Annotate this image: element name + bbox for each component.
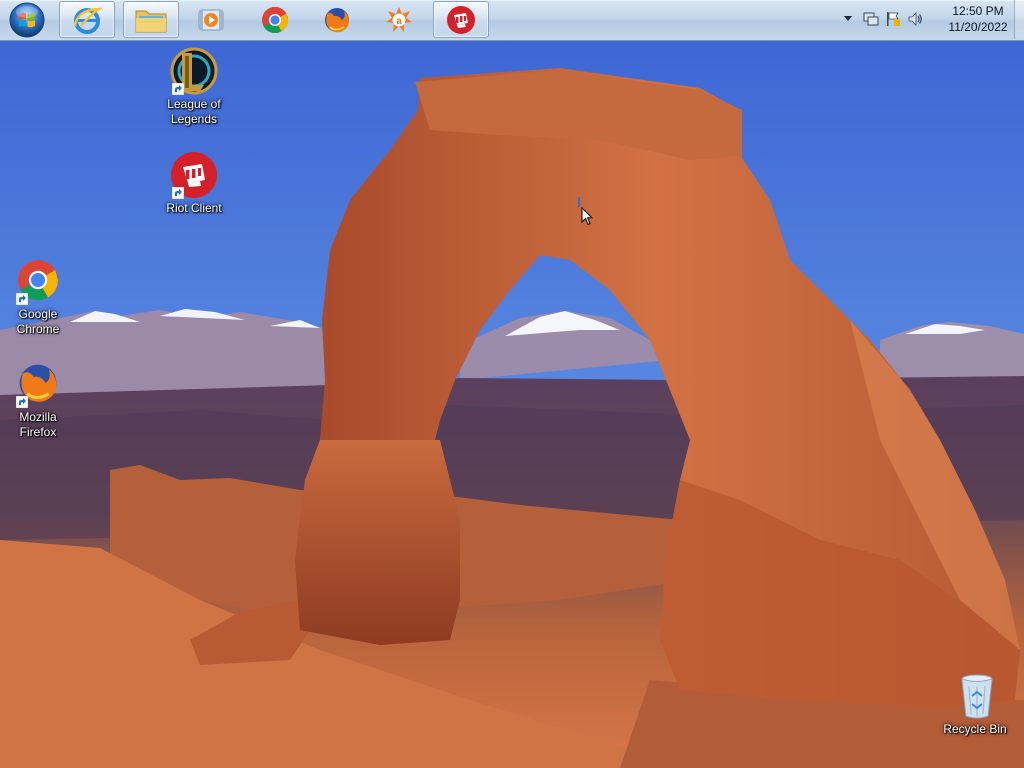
- windows-orb-icon: [9, 2, 45, 38]
- text-caret: [578, 197, 580, 207]
- taskbar-avast-button[interactable]: a: [371, 1, 427, 38]
- firefox-icon: [325, 7, 349, 32]
- svg-text:a: a: [396, 16, 402, 27]
- media-player-icon: [198, 9, 224, 30]
- taskbar-firefox-button[interactable]: [309, 1, 365, 38]
- desktop-icon-riot-client[interactable]: Riot Client: [156, 151, 232, 216]
- desktop-icon-label: Mozilla Firefox: [19, 410, 57, 439]
- internet-explorer-icon: [73, 7, 103, 34]
- shortcut-arrow-icon: [16, 396, 28, 408]
- taskbar-riot-client-button[interactable]: [433, 1, 489, 38]
- system-clock[interactable]: 12:50 PM 11/20/2022: [942, 3, 1014, 35]
- desktop-icon-mozilla-firefox[interactable]: Mozilla Firefox: [0, 360, 76, 440]
- riot-client-icon: [447, 5, 475, 34]
- taskbar-media-player-button[interactable]: [183, 1, 239, 38]
- taskbar-windows-explorer-button[interactable]: [123, 1, 179, 38]
- shortcut-arrow-icon: [172, 83, 184, 95]
- mouse-cursor-icon: [581, 207, 593, 226]
- action-center-flag-icon[interactable]: [885, 11, 901, 27]
- desktop-wallpaper: [0, 0, 1024, 768]
- desktop-icon-league-of-legends[interactable]: League of Legends: [156, 47, 232, 127]
- desktop-icon-label: League of Legends: [167, 97, 221, 126]
- clock-time: 12:50 PM: [952, 4, 1004, 18]
- show-desktop-button[interactable]: [1014, 0, 1024, 39]
- system-tray: 12:50 PM 11/20/2022: [836, 0, 1024, 40]
- recycle-bin-icon: [961, 674, 993, 719]
- folder-icon: [135, 10, 167, 32]
- clock-date: 11/20/2022: [948, 20, 1008, 34]
- avast-icon: a: [386, 6, 412, 32]
- network-icon[interactable]: [863, 11, 879, 27]
- desktop-icon-recycle-bin[interactable]: Recycle Bin: [937, 672, 1013, 737]
- desktop-icon-label: Recycle Bin: [943, 722, 1007, 736]
- shortcut-arrow-icon: [16, 293, 28, 305]
- chrome-icon: [262, 6, 289, 33]
- volume-icon[interactable]: [907, 11, 923, 27]
- taskbar-chrome-button[interactable]: [247, 1, 303, 38]
- desktop-icon-google-chrome[interactable]: Google Chrome: [0, 257, 76, 337]
- desktop-icon-label: Google Chrome: [16, 307, 60, 336]
- show-hidden-icons-chevron-icon[interactable]: [843, 15, 853, 23]
- shortcut-arrow-icon: [172, 187, 184, 199]
- taskbar-internet-explorer-button[interactable]: [59, 1, 115, 38]
- desktop-icon-label: Riot Client: [166, 201, 222, 215]
- start-button[interactable]: [5, 1, 49, 39]
- taskbar: a 12:50 PM 11/20/2022: [0, 0, 1024, 41]
